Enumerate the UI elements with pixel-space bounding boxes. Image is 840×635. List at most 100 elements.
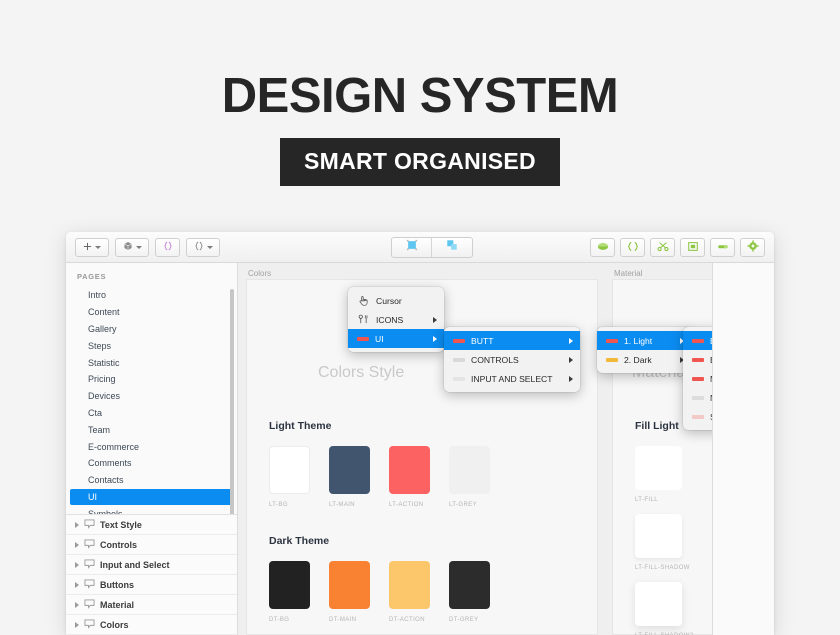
swatch-icon xyxy=(692,357,704,362)
chevron-right-icon[interactable] xyxy=(75,621,79,628)
artboard-icon xyxy=(84,538,95,551)
layers-view-icon xyxy=(446,238,458,256)
menu-item-butt-icon-left[interactable]: Butt+Icon (Left) xyxy=(683,331,712,350)
page-item-label: UI xyxy=(88,491,97,502)
preferences-button[interactable] xyxy=(740,237,765,257)
insert-button[interactable] xyxy=(75,237,109,257)
page-item-symbols[interactable]: Symbols xyxy=(66,505,237,514)
swatch-label-lt-bg: LT-BG xyxy=(269,502,288,508)
swatch-lt-main[interactable] xyxy=(329,446,370,494)
create-symbol-icon xyxy=(687,241,699,254)
menu-item-icons[interactable]: ICONS xyxy=(348,310,444,329)
layer-item-controls[interactable]: Controls xyxy=(66,535,237,555)
page-item-devices[interactable]: Devices xyxy=(66,388,237,405)
menu-item-label: SupportButt xyxy=(710,412,712,422)
page-item-pricing[interactable]: Pricing xyxy=(66,371,237,388)
canvas-area[interactable]: Colors Colors Style Light Theme LT-BG LT… xyxy=(238,263,712,635)
page-item-statistic[interactable]: Statistic xyxy=(66,354,237,371)
swatch-lt-bg[interactable] xyxy=(269,446,310,494)
swatch-icon xyxy=(453,376,465,381)
rotate-copy-button[interactable] xyxy=(620,237,645,257)
create-symbol-button[interactable] xyxy=(680,237,705,257)
swatch-icon xyxy=(692,376,704,381)
page-item-ecommerce[interactable]: E-commerce xyxy=(66,438,237,455)
chevron-right-icon[interactable] xyxy=(75,581,79,588)
view-mode-segmented[interactable] xyxy=(391,236,473,258)
swatch-dt-grey[interactable] xyxy=(449,561,490,609)
menu-item-label: ICONS xyxy=(376,314,404,325)
menu-item-label: INPUT AND SELECT xyxy=(471,373,553,384)
mask-button[interactable] xyxy=(590,237,615,257)
scissors-button[interactable] xyxy=(650,237,675,257)
pages-header: PAGES xyxy=(77,272,107,281)
swatch-lt-fill-shadow2[interactable] xyxy=(635,582,682,626)
menu-item-controls[interactable]: CONTROLS xyxy=(444,350,580,369)
ui-submenu[interactable]: BUTT CONTROLS INPUT AND SELECT xyxy=(444,327,580,392)
page-item-content[interactable]: Content xyxy=(66,304,237,321)
layer-item-buttons[interactable]: Buttons xyxy=(66,575,237,595)
pages-list: Intro Content Gallery Steps Statistic Pr… xyxy=(66,287,237,514)
page-title: DESIGN SYSTEM xyxy=(221,69,619,123)
menu-item-mainbutt[interactable]: MainButt xyxy=(683,369,712,388)
page-item-intro[interactable]: Intro xyxy=(66,287,237,304)
menu-item-label: Cursor xyxy=(376,295,402,306)
layer-item-colors[interactable]: Colors xyxy=(66,615,237,635)
menu-item-butt[interactable]: BUTT xyxy=(444,331,580,350)
swatch-dt-bg[interactable] xyxy=(269,561,310,609)
menu-item-2-dark[interactable]: 2. Dark xyxy=(597,350,691,369)
swatch-lt-grey[interactable] xyxy=(449,446,490,494)
menu-item-1-light[interactable]: 1. Light xyxy=(597,331,691,350)
edit-button[interactable] xyxy=(710,237,735,257)
swatch-label-dt-bg: DT-BG xyxy=(269,617,290,623)
page-item-contacts[interactable]: Contacts xyxy=(66,472,237,489)
page-item-team[interactable]: Team xyxy=(66,421,237,438)
page-item-steps[interactable]: Steps xyxy=(66,337,237,354)
page-item-ui[interactable]: UI xyxy=(70,488,233,506)
menu-item-ui[interactable]: UI xyxy=(348,329,444,348)
butt-submenu[interactable]: 1. Light 2. Dark xyxy=(597,327,691,373)
artboard-colors-label[interactable]: Colors xyxy=(248,269,271,278)
page-item-cta[interactable]: Cta xyxy=(66,405,237,422)
layer-item-text-style[interactable]: Text Style xyxy=(66,515,237,535)
swatch-lt-action[interactable] xyxy=(389,446,430,494)
layer-item-material[interactable]: Material xyxy=(66,595,237,615)
symbol-menu-button[interactable] xyxy=(186,237,220,257)
symbol-button[interactable] xyxy=(155,237,180,257)
chevron-right-icon xyxy=(433,335,437,342)
chevron-right-icon[interactable] xyxy=(75,541,79,548)
menu-item-neutralbutt[interactable]: NeutraIButt xyxy=(683,388,712,407)
page-item-gallery[interactable]: Gallery xyxy=(66,321,237,338)
swatch-lt-fill[interactable] xyxy=(635,446,682,490)
app-body: PAGES Intro Content Gallery Steps Statis… xyxy=(66,263,774,635)
page-item-comments[interactable]: Comments xyxy=(66,455,237,472)
view-contents-button[interactable] xyxy=(392,237,432,257)
chevron-right-icon[interactable] xyxy=(75,601,79,608)
swatch-dt-main[interactable] xyxy=(329,561,370,609)
layer-item-input-and-select[interactable]: Input and Select xyxy=(66,555,237,575)
artboard-icon xyxy=(84,578,95,591)
layers-list: Text Style Controls Input and Select But… xyxy=(66,514,237,635)
page-item-label: E-commerce xyxy=(88,441,140,452)
swatch-lt-fill-shadow[interactable] xyxy=(635,514,682,558)
menu-item-input-and-select[interactable]: INPUT AND SELECT xyxy=(444,369,580,388)
artboard-material-label[interactable]: Material xyxy=(614,269,642,278)
swatch-dt-action[interactable] xyxy=(389,561,430,609)
menu-item-cursor[interactable]: Cursor xyxy=(348,291,444,310)
page-item-label: Devices xyxy=(88,391,121,402)
light-submenu[interactable]: Butt+Icon (Left) Butt+Icon (Right) MainB… xyxy=(683,327,712,430)
menu-item-label: NeutraIButt xyxy=(710,393,712,403)
shapes-button[interactable] xyxy=(115,237,149,257)
pages-scrollbar[interactable] xyxy=(230,289,234,514)
view-layers-button[interactable] xyxy=(432,238,472,257)
insert-symbol-menu[interactable]: Cursor ICONS UI xyxy=(348,287,444,352)
menu-item-label: UI xyxy=(375,333,384,344)
pencil-icon xyxy=(717,241,729,254)
chevron-right-icon[interactable] xyxy=(75,521,79,528)
menu-item-supportbutt[interactable]: SupportButt xyxy=(683,407,712,426)
menu-item-butt-icon-right[interactable]: Butt+Icon (Right) xyxy=(683,350,712,369)
swatch-icon xyxy=(692,414,704,419)
menu-item-label: 2. Dark xyxy=(624,354,652,365)
chevron-right-icon[interactable] xyxy=(75,561,79,568)
toolbar-center-group xyxy=(391,236,473,258)
screenshot-root: DESIGN SYSTEM SMART ORGANISED PAGES Intr… xyxy=(0,0,840,635)
